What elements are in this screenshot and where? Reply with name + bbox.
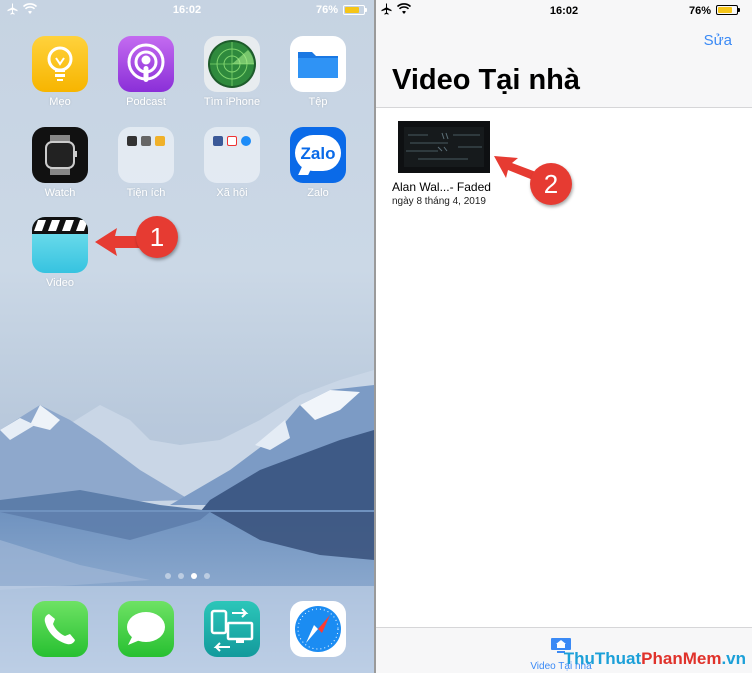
app-label: Mẹo bbox=[49, 96, 71, 108]
video-app: 16:02 76% Sửa Video Tại nhà Alan Wal...-… bbox=[376, 0, 752, 673]
dock-safari[interactable] bbox=[278, 601, 358, 657]
compass-icon bbox=[290, 601, 346, 657]
video-thumbnail[interactable] bbox=[398, 121, 490, 173]
messages-icon bbox=[118, 601, 174, 657]
watermark-part: .vn bbox=[721, 649, 746, 668]
dock-transfer[interactable] bbox=[192, 601, 272, 657]
folder-icon bbox=[290, 36, 346, 92]
app-label: Tệp bbox=[308, 96, 328, 108]
app-zalo[interactable]: Zalo Zalo bbox=[278, 127, 358, 199]
watch-icon bbox=[32, 127, 88, 183]
video-date: ngày 8 tháng 4, 2019 bbox=[392, 196, 486, 207]
battery-percent: 76% bbox=[689, 5, 712, 17]
folder-social-icon bbox=[204, 127, 260, 183]
zalo-icon: Zalo bbox=[290, 127, 346, 183]
page-dot-active bbox=[190, 573, 197, 579]
radar-icon bbox=[204, 36, 260, 92]
page-title: Video Tại nhà bbox=[392, 64, 581, 96]
home-screen: 16:02 76% Mẹo Podcast Tìm iPhone Tệp Wat… bbox=[0, 0, 374, 673]
lightbulb-icon bbox=[32, 36, 88, 92]
app-meo[interactable]: Mẹo bbox=[20, 36, 100, 108]
battery-icon bbox=[343, 5, 367, 15]
podcast-icon bbox=[118, 36, 174, 92]
callout-badge-2: 2 bbox=[530, 163, 572, 205]
watermark-part: PhanMem bbox=[641, 649, 722, 668]
phone-icon bbox=[32, 601, 88, 657]
battery-percent: 76% bbox=[316, 4, 339, 16]
zalo-logo-text: Zalo bbox=[300, 144, 336, 163]
page-dot bbox=[203, 573, 210, 579]
folder-utilities-icon bbox=[118, 127, 174, 183]
page-dot bbox=[177, 573, 184, 579]
watermark: ThuThuatPhanMem.vn bbox=[564, 649, 746, 669]
app-folder-utilities[interactable]: Tiện ích bbox=[106, 127, 186, 199]
status-bar: 16:02 76% bbox=[0, 0, 374, 22]
app-label: Zalo bbox=[307, 187, 329, 199]
edit-button[interactable]: Sửa bbox=[704, 32, 732, 49]
battery-icon bbox=[716, 5, 740, 15]
dock-phone[interactable] bbox=[20, 601, 100, 657]
app-folder-social[interactable]: Xã hội bbox=[192, 127, 272, 199]
app-podcast[interactable]: Podcast bbox=[106, 36, 186, 108]
app-video[interactable]: Video bbox=[20, 217, 100, 289]
app-label: Watch bbox=[44, 187, 76, 199]
status-bar: 16:02 76% bbox=[376, 0, 752, 22]
callout-badge-1: 1 bbox=[136, 216, 178, 258]
watermark-part: ThuThuat bbox=[563, 649, 642, 668]
app-label: Video bbox=[46, 277, 74, 289]
app-label: Tiện ích bbox=[126, 187, 166, 199]
page-dot bbox=[164, 573, 171, 579]
app-files[interactable]: Tệp bbox=[278, 36, 358, 108]
app-label: Podcast bbox=[126, 96, 166, 108]
clapperboard-icon bbox=[32, 217, 88, 273]
video-title[interactable]: Alan Wal...- Faded bbox=[392, 180, 491, 194]
nav-header: 16:02 76% Sửa Video Tại nhà bbox=[376, 0, 752, 108]
app-label: Xã hội bbox=[216, 187, 248, 199]
app-label: Tìm iPhone bbox=[203, 96, 261, 108]
page-indicator[interactable] bbox=[0, 573, 374, 579]
dock-messages[interactable] bbox=[106, 601, 186, 657]
app-find-iphone[interactable]: Tìm iPhone bbox=[192, 36, 272, 108]
transfer-icon bbox=[204, 601, 260, 657]
app-watch[interactable]: Watch bbox=[20, 127, 100, 199]
dock bbox=[0, 586, 374, 673]
